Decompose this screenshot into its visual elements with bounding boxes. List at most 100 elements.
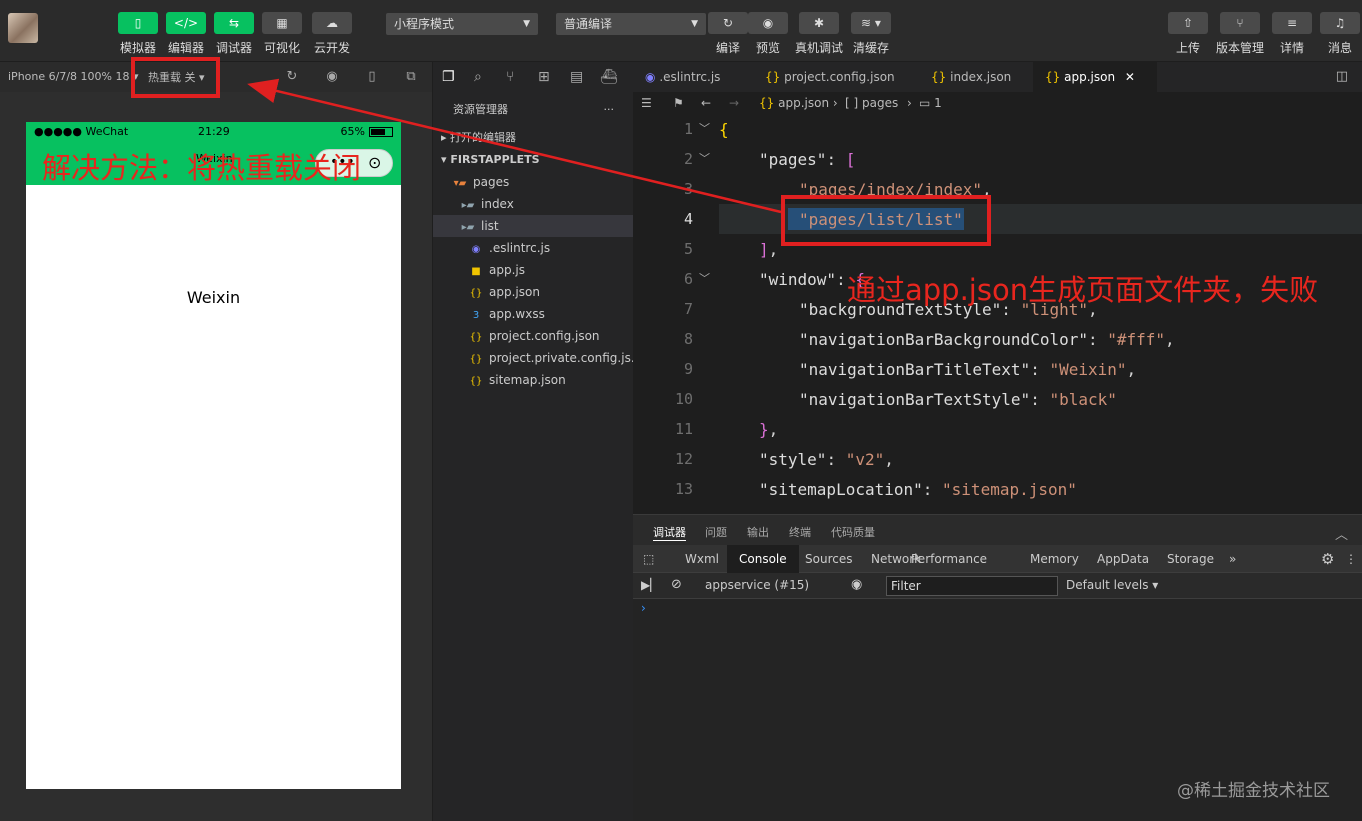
tab-performance[interactable]: Performance — [899, 545, 999, 573]
fold-icon[interactable]: ﹀ — [699, 270, 710, 286]
log-levels-select[interactable]: Default levels ▾ — [1066, 578, 1158, 592]
tree-item-sitemap[interactable]: {} sitemap.json — [433, 369, 634, 391]
file-explorer: ❐ ⌕ ⑂ ⊞ ▤ ⛴ 资源管理器 ··· ▸ 打开的编辑器 ▾ FIRSTAPP… — [432, 62, 634, 821]
details-button[interactable]: ≡ 详情 — [1272, 12, 1312, 56]
tree-item-project-config[interactable]: {} project.config.json — [433, 325, 634, 347]
eye-icon[interactable]: ◉ — [851, 577, 862, 592]
phone-icon: ▯ — [118, 12, 158, 34]
search-icon[interactable]: ⌕ — [474, 69, 482, 85]
bookmark-icon[interactable]: ⚑ — [673, 92, 684, 114]
split-editor-icon[interactable]: ◫ — [1336, 69, 1348, 84]
tab-debugger[interactable]: 调试器 — [653, 524, 686, 541]
tab-console[interactable]: Console — [727, 545, 799, 573]
battery-icon — [369, 127, 393, 137]
debugger-button[interactable]: ⇆ 调试器 — [214, 12, 254, 56]
clear-console-icon[interactable]: ⊘ — [671, 577, 682, 592]
tree-item-pages[interactable]: ▾▰ pages — [433, 171, 634, 193]
chevron-down-icon: ▼ — [523, 19, 530, 29]
cloud-button[interactable]: ☁ 云开发 — [312, 12, 352, 56]
fold-icon[interactable]: ﹀ — [699, 120, 710, 136]
version-button[interactable]: ⑂ 版本管理 — [1216, 12, 1264, 56]
chevron-up-icon[interactable]: ︿ — [1335, 524, 1348, 543]
project-section[interactable]: ▾ FIRSTAPPLETS — [433, 149, 634, 171]
tree-item-eslintrc[interactable]: ◉ .eslintrc.js — [433, 237, 634, 259]
phone-icon[interactable]: ▯ — [365, 70, 379, 84]
forward-icon[interactable]: → — [729, 92, 739, 114]
tree-item-appjson[interactable]: {} app.json — [433, 281, 634, 303]
tree-item-index[interactable]: ▸▰ index — [433, 193, 634, 215]
log-levels-label: Default levels — [1066, 578, 1149, 592]
tree-item-appjs[interactable]: ■ app.js — [433, 259, 634, 281]
simulator-button[interactable]: ▯ 模拟器 — [118, 12, 158, 56]
tab-output[interactable]: 输出 — [747, 524, 769, 540]
back-icon[interactable]: ← — [701, 92, 711, 114]
tree-item-list[interactable]: ▸▰ list — [433, 215, 634, 237]
fold-icon[interactable]: ﹀ — [699, 150, 710, 166]
tab-index-json[interactable]: {} index.json — [919, 62, 1033, 92]
tab-sources[interactable]: Sources — [793, 545, 864, 573]
list-icon[interactable]: ☰ — [641, 92, 652, 114]
device-select[interactable]: iPhone 6/7/8 100% 18 ▾ — [8, 70, 139, 83]
storage-icon[interactable]: ▤ — [570, 69, 583, 85]
tab-eslintrc[interactable]: ◉ .eslintrc.js — [633, 62, 753, 92]
status-time: 21:29 — [198, 125, 230, 138]
code-editor[interactable]: 1 2 3 4 5 6 7 8 9 10 11 12 13 ﹀ ﹀ ﹀ { "p… — [633, 114, 1362, 514]
tab-project-config[interactable]: {} project.config.json — [753, 62, 919, 92]
sidebar-toggle-icon[interactable]: ▶▏ — [641, 578, 659, 592]
git-icon[interactable]: ⑂ — [506, 69, 514, 85]
tab-storage[interactable]: Storage — [1155, 545, 1226, 573]
detach-icon[interactable]: ⧉ — [404, 70, 418, 84]
preview-button[interactable]: ◉ 预览 — [748, 12, 788, 56]
upload-button[interactable]: ⇧ 上传 — [1168, 12, 1208, 56]
tree-item-project-private-config[interactable]: {} project.private.config.js... — [433, 347, 634, 369]
tab-label: app.json — [1064, 70, 1116, 84]
compile-select[interactable]: 普通编译 ▼ — [556, 13, 706, 35]
device-label: iPhone 6/7/8 100% 18 — [8, 70, 130, 83]
breadcrumb-file[interactable]: {} app.json › — [759, 92, 838, 114]
folder-icon: ▸▰ — [461, 222, 475, 233]
kebab-menu-icon[interactable]: ⋮ — [1339, 545, 1362, 573]
mode-select[interactable]: 小程序模式 ▼ — [386, 13, 538, 35]
remote-debug-button[interactable]: ✱ 真机调试 — [795, 12, 843, 56]
tab-wxml[interactable]: Wxml — [673, 545, 731, 573]
messages-label: 消息 — [1327, 41, 1352, 55]
context-select[interactable]: appservice (#15) ▼ — [705, 578, 860, 592]
tab-code-quality[interactable]: 代码质量 — [831, 524, 875, 540]
console-prompt[interactable]: › — [641, 601, 646, 615]
open-editors-section[interactable]: ▸ 打开的编辑器 — [433, 127, 634, 149]
close-icon: ⊙ — [368, 153, 382, 172]
page-text: Weixin — [186, 288, 241, 307]
tree-item-appwxss[interactable]: 3 app.wxss — [433, 303, 634, 325]
stop-icon[interactable]: ◉ — [325, 70, 339, 84]
tab-problems[interactable]: 问题 — [705, 524, 727, 540]
tab-appdata[interactable]: AppData — [1085, 545, 1161, 573]
tab-memory[interactable]: Memory — [1018, 545, 1091, 573]
folder-icon: ▸▰ — [461, 200, 475, 211]
refresh-icon[interactable]: ↻ — [285, 70, 299, 84]
messages-button[interactable]: ♫ 消息 — [1320, 12, 1360, 56]
tab-terminal[interactable]: 终端 — [789, 524, 811, 540]
breadcrumb-index[interactable]: ▭ 1 — [919, 92, 942, 114]
tree-item-label: list — [481, 219, 499, 233]
files-icon[interactable]: ❐ — [442, 69, 455, 85]
tab-app-json[interactable]: {} app.json ✕ — [1033, 62, 1157, 92]
docker-icon[interactable]: ⛴ — [600, 69, 618, 85]
user-avatar[interactable] — [8, 13, 38, 43]
phone-screen[interactable]: ●●●●● WeChat 21:29 65% Weixin ••• ⊙ Weix… — [26, 122, 401, 789]
visual-button[interactable]: ▦ 可视化 — [262, 12, 302, 56]
more-tabs-icon[interactable]: » — [1217, 545, 1248, 573]
breadcrumb-pages[interactable]: [ ] pages — [845, 92, 898, 114]
watermark: @稀土掘金技术社区 — [1177, 781, 1330, 801]
line-number: 4 — [683, 210, 693, 228]
json-icon: {} — [469, 332, 483, 343]
more-icon[interactable]: ··· — [604, 99, 615, 121]
close-icon[interactable]: ✕ — [1125, 70, 1135, 84]
editor-button[interactable]: </> 编辑器 — [166, 12, 206, 56]
clear-cache-button[interactable]: ≋ ▾ 清缓存 — [851, 12, 891, 56]
extensions-icon[interactable]: ⊞ — [538, 69, 550, 85]
folder-open-icon: ▾▰ — [453, 178, 467, 189]
filter-input[interactable]: Filter — [886, 576, 1058, 596]
chevron-down-icon: ▼ — [691, 19, 698, 29]
branch-icon: ⑂ — [1220, 12, 1260, 34]
inspect-icon[interactable]: ⬚ — [633, 545, 664, 573]
